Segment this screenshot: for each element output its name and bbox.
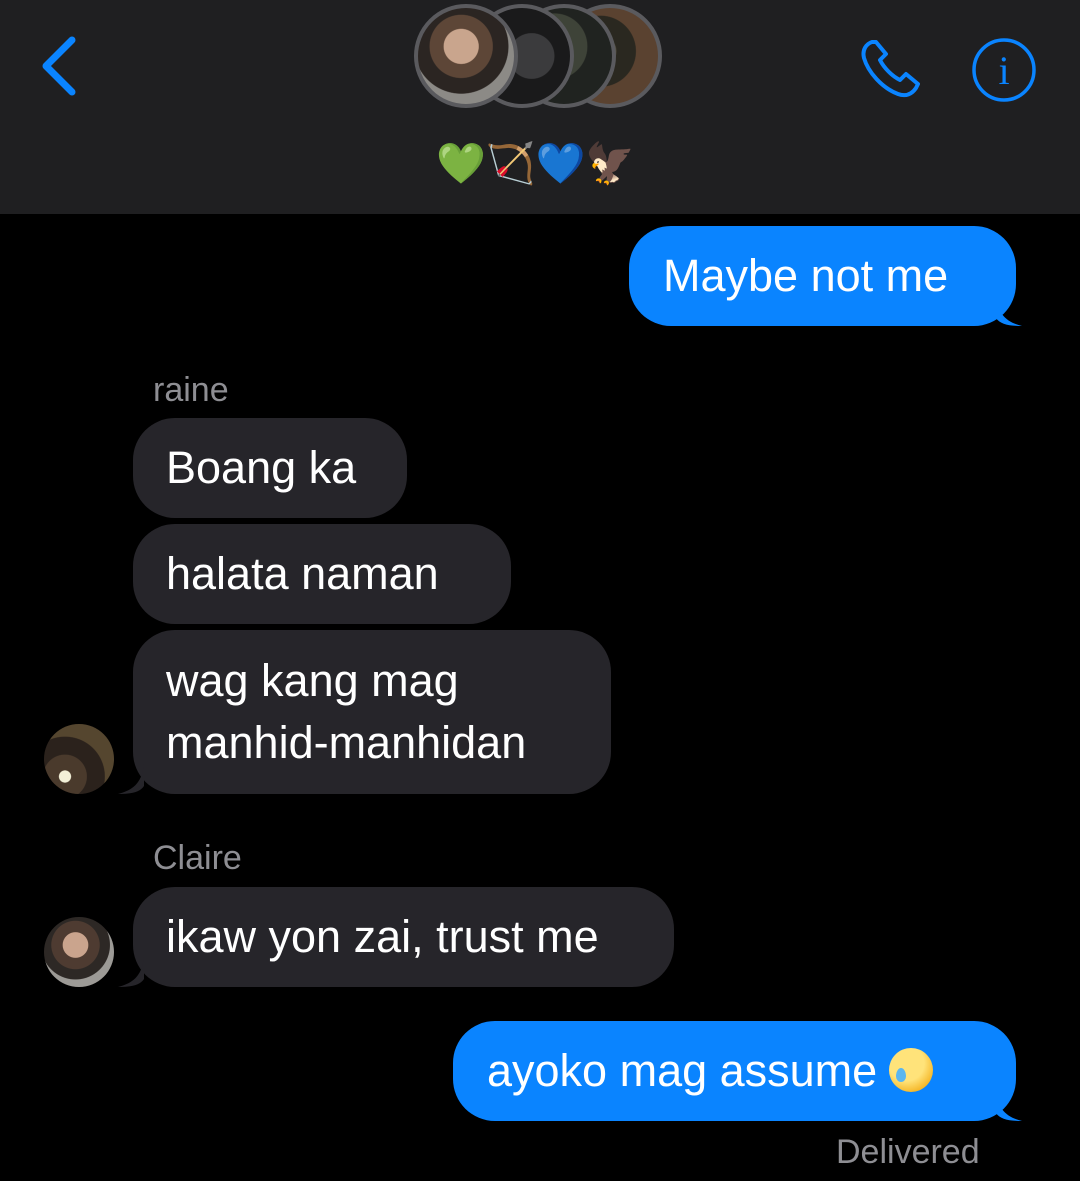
bubble-tail (118, 764, 144, 794)
message-text-line: manhid-manhidan (166, 717, 527, 768)
delivery-status: Delivered (836, 1133, 980, 1171)
outgoing-message-bubble[interactable]: ayoko mag assume (453, 1021, 1016, 1121)
sender-name: raine (153, 371, 229, 409)
outgoing-message-bubble[interactable]: Maybe not me (629, 226, 1016, 326)
sender-name: Claire (153, 839, 242, 877)
sender-avatar[interactable] (44, 724, 114, 794)
svg-text:i: i (998, 48, 1009, 93)
incoming-message-bubble[interactable]: ikaw yon zai, trust me (133, 887, 674, 987)
info-icon: i (972, 38, 1036, 102)
bubble-tail (996, 296, 1022, 326)
info-button[interactable]: i (970, 36, 1038, 104)
smiling-face-with-tear-icon (889, 1048, 934, 1092)
message-text: ayoko mag assume (487, 1045, 878, 1096)
chevron-left-icon (42, 36, 76, 96)
group-avatar-stack[interactable] (410, 0, 670, 125)
sender-avatar[interactable] (44, 917, 114, 987)
message-text: Boang ka (166, 442, 357, 493)
bubble-tail (996, 1091, 1022, 1121)
group-name[interactable]: 💚🏹💙🦅 (436, 136, 646, 192)
phone-icon (861, 40, 920, 98)
message-text: halata naman (166, 548, 439, 599)
message-text: Maybe not me (663, 250, 949, 301)
incoming-message-bubble[interactable]: Boang ka (133, 418, 407, 518)
message-text: ikaw yon zai, trust me (166, 911, 599, 962)
back-button[interactable] (30, 30, 90, 100)
message-text-line: wag kang mag (166, 655, 459, 706)
group-member-avatar (414, 4, 518, 108)
bubble-tail (118, 957, 144, 987)
call-button[interactable] (858, 36, 928, 102)
conversation-header: 💚🏹💙🦅 i (0, 0, 1080, 214)
incoming-message-bubble[interactable]: halata naman (133, 524, 511, 624)
incoming-message-bubble[interactable]: wag kang mag manhid-manhidan (133, 630, 611, 794)
